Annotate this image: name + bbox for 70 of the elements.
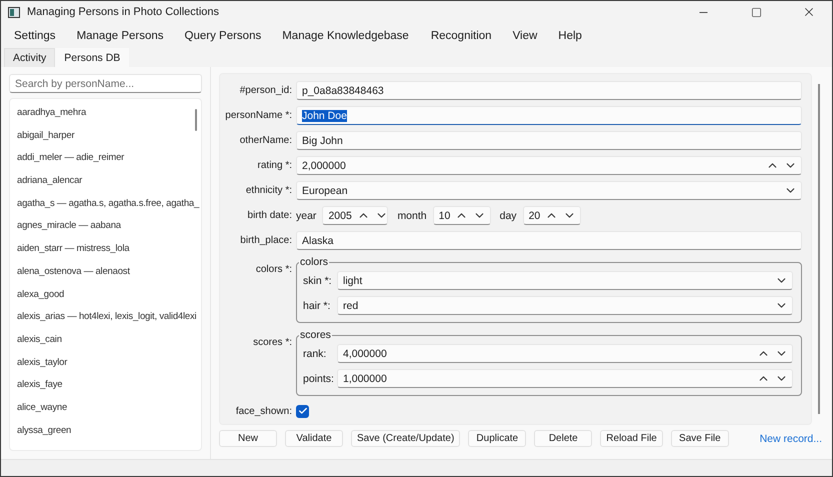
date-part-label: day — [500, 210, 517, 222]
action-button[interactable]: Reload File — [600, 430, 663, 447]
list-item[interactable]: alexis_cain — [10, 328, 201, 352]
field-label: hair *: — [303, 300, 332, 312]
action-button[interactable]: Delete — [534, 430, 592, 447]
field-label: points: — [303, 372, 335, 384]
field-label: face_shown: — [234, 406, 293, 416]
list-item[interactable]: agatha_s — agatha.s, agatha.s.free, agatha_ — [10, 192, 201, 216]
field-label: personName *: — [224, 110, 293, 121]
date-part-label: year — [296, 210, 316, 222]
list-item[interactable]: alexis_faye — [10, 374, 201, 397]
text-field[interactable]: John Doe — [296, 106, 802, 125]
field-label: colors *: — [254, 264, 293, 275]
field-label: #person_id: — [238, 85, 293, 96]
menu-item[interactable]: Recognition — [422, 30, 501, 42]
menu-item[interactable]: Help — [549, 30, 591, 42]
group-title: scores — [299, 329, 332, 341]
list-item[interactable]: alice_wayne — [10, 396, 201, 420]
list-item[interactable]: alexis_arias — hot4lexi, lexis_logit, valid4lexi — [10, 306, 201, 329]
list-item[interactable]: aiden_starr — mistress_lola — [10, 238, 201, 261]
scrollbar-thumb[interactable] — [195, 109, 197, 131]
search-field[interactable]: Search by personName... — [9, 74, 202, 93]
action-button[interactable]: New — [219, 430, 277, 447]
list-item[interactable]: aaradhya_mehra — [10, 102, 201, 125]
menu-item[interactable]: Manage Knowledgebase — [273, 30, 418, 42]
menu-item[interactable]: Query Persons — [176, 30, 270, 42]
action-button[interactable]: Save (Create/Update) — [351, 430, 460, 447]
scrollbar-thumb[interactable] — [818, 84, 820, 414]
menu-item[interactable]: View — [504, 30, 546, 42]
action-button[interactable]: Save File — [670, 430, 729, 447]
number-field[interactable]: 10 — [432, 206, 491, 225]
field-label: rating *: — [256, 160, 293, 171]
group-title: colors — [299, 256, 330, 268]
text-field[interactable]: Alaska — [296, 231, 802, 250]
dropdown-field[interactable]: light — [337, 271, 793, 290]
dropdown-field[interactable]: European — [296, 181, 802, 200]
text-field[interactable]: p_0a8a83848463 — [296, 81, 802, 100]
app-icon — [8, 6, 20, 18]
field-label: scores *: — [252, 337, 293, 348]
action-button[interactable]: Duplicate — [468, 430, 526, 447]
number-field[interactable]: 2,000000 — [296, 156, 802, 175]
field-label: ethnicity *: — [244, 185, 293, 196]
new-record-link[interactable]: New record... — [760, 432, 822, 444]
field-label: skin *: — [303, 274, 333, 286]
field-label: birth_place: — [239, 235, 293, 246]
list-item[interactable]: alena_ostenova — alenaost — [10, 260, 201, 284]
number-field[interactable]: 4,000000 — [337, 344, 793, 363]
number-field[interactable]: 20 — [522, 206, 581, 225]
dropdown-field[interactable]: red — [337, 296, 793, 315]
list-item[interactable]: alyssa_green — [10, 420, 201, 442]
action-button[interactable]: Validate — [285, 430, 343, 447]
list-item[interactable]: alexis_taylor — [10, 352, 201, 374]
list-item[interactable]: agnes_miracle — aabana — [10, 215, 201, 238]
checkbox[interactable] — [296, 404, 309, 418]
field-label: otherName: — [238, 135, 293, 146]
menu-item[interactable]: Settings — [5, 30, 65, 42]
window-title: Managing Persons in Photo Collections — [27, 6, 220, 18]
tab[interactable]: Persons DB — [55, 48, 130, 67]
list-item[interactable]: alexa_good — [10, 284, 201, 306]
field-label: birth date: — [246, 210, 293, 221]
field-label: rank: — [303, 348, 328, 360]
list-item[interactable]: abigail_harper — [10, 124, 201, 148]
list-item[interactable]: addi_meler — adie_reimer — [10, 147, 201, 170]
menu-item[interactable]: Manage Persons — [68, 30, 173, 42]
number-field[interactable]: 1,000000 — [337, 369, 793, 388]
list-item[interactable]: adriana_alencar — [10, 170, 201, 193]
number-field[interactable]: 2005 — [322, 206, 388, 225]
date-part-label: month — [397, 210, 427, 222]
text-field[interactable]: Big John — [296, 131, 802, 150]
tab[interactable]: Activity — [4, 48, 56, 67]
